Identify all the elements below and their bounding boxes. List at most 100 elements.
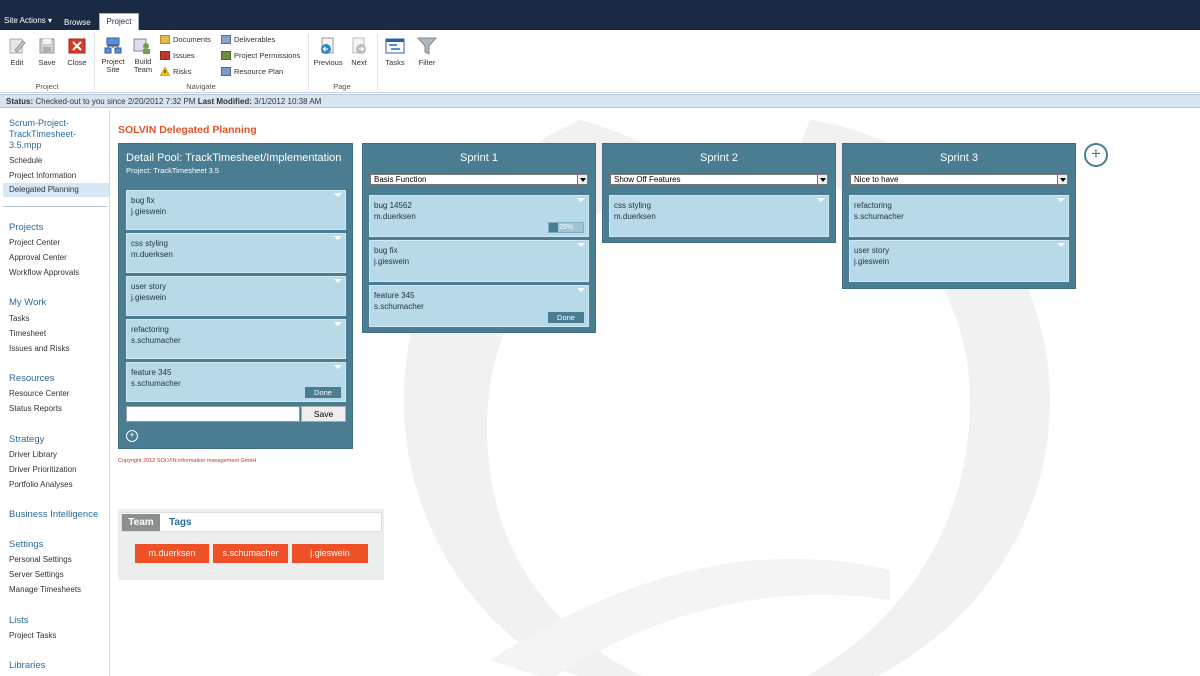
done-button[interactable]: Done: [305, 387, 341, 398]
nav-item-timesheet[interactable]: Timesheet: [9, 329, 46, 338]
task-card[interactable]: css styling m.duerksen: [609, 195, 829, 237]
nav-item-schedule[interactable]: Schedule: [9, 156, 42, 165]
task-card[interactable]: feature 345 s.schumacher Done: [126, 362, 346, 402]
sprint-goal-select[interactable]: Basis Function: [370, 174, 588, 185]
sprint-goal-value: Show Off Features: [614, 175, 681, 184]
team-member-tag[interactable]: s.schumacher: [213, 544, 288, 563]
close-icon: [68, 38, 86, 54]
nav-item-server-settings[interactable]: Server Settings: [9, 570, 64, 579]
build-team-label: Build Team: [133, 57, 153, 74]
task-card[interactable]: refactoring s.schumacher: [126, 319, 346, 359]
nav-heading-projects[interactable]: Projects: [9, 222, 43, 233]
task-card[interactable]: css styling m.duerksen: [126, 233, 346, 273]
tab-project[interactable]: Project: [99, 13, 139, 30]
dropdown-arrow-icon[interactable]: [577, 175, 587, 184]
tab-browse[interactable]: Browse: [64, 18, 91, 27]
add-sprint-button[interactable]: +: [1084, 143, 1108, 167]
nav-heading-settings[interactable]: Settings: [9, 539, 43, 550]
task-card[interactable]: user story j.gieswein: [126, 276, 346, 316]
nav-item-status-reports[interactable]: Status Reports: [9, 404, 62, 413]
issues-label: Issues: [173, 51, 195, 60]
nav-item-resource-center[interactable]: Resource Center: [9, 389, 69, 398]
ribbon: Edit Save Close Project Project Site Bui…: [0, 30, 1200, 93]
task-progress-label: 25%: [558, 224, 573, 231]
nav-item-project-tasks[interactable]: Project Tasks: [9, 631, 56, 640]
next-button[interactable]: Next: [346, 36, 372, 67]
nav-item-approval-center[interactable]: Approval Center: [9, 253, 67, 262]
card-menu-caret-icon[interactable]: [1057, 243, 1065, 247]
nav-heading-business-intelligence[interactable]: Business Intelligence: [9, 509, 98, 520]
add-task-icon[interactable]: +: [126, 430, 138, 442]
card-menu-caret-icon[interactable]: [577, 198, 585, 202]
save-ribbon-button[interactable]: Save: [35, 36, 59, 67]
close-button[interactable]: Close: [65, 36, 89, 67]
nav-heading-my-work[interactable]: My Work: [9, 297, 46, 308]
card-menu-caret-icon[interactable]: [334, 322, 342, 326]
team-member-tag[interactable]: j.gieswein: [292, 544, 368, 563]
nav-item-issues-and-risks[interactable]: Issues and Risks: [9, 344, 69, 353]
nav-heading-libraries[interactable]: Libraries: [9, 660, 45, 671]
nav-item-portfolio-analyses[interactable]: Portfolio Analyses: [9, 480, 73, 489]
task-card[interactable]: user story j.gieswein: [849, 240, 1069, 282]
task-card[interactable]: refactoring s.schumacher: [849, 195, 1069, 237]
documents-link[interactable]: Documents: [160, 35, 211, 44]
deliverables-link[interactable]: Deliverables: [221, 35, 275, 44]
team-member-tag[interactable]: m.duerksen: [135, 544, 209, 563]
nav-item-tasks[interactable]: Tasks: [9, 314, 29, 323]
project-site-label: Project Site: [101, 57, 125, 74]
dropdown-arrow-icon[interactable]: [1057, 175, 1067, 184]
issues-link[interactable]: Issues: [160, 51, 195, 60]
resource-plan-link[interactable]: Resource Plan: [221, 67, 283, 76]
task-card[interactable]: bug fix j.gieswein: [126, 190, 346, 230]
task-card[interactable]: bug 14562 m.duerksen 25%: [369, 195, 589, 237]
previous-button[interactable]: Previous: [312, 36, 344, 67]
card-menu-caret-icon[interactable]: [817, 198, 825, 202]
nav-item-delegated-planning[interactable]: Delegated Planning: [3, 183, 109, 197]
sprint-goal-select[interactable]: Show Off Features: [610, 174, 828, 185]
site-actions-menu[interactable]: Site Actions ▾: [4, 16, 52, 25]
edit-button[interactable]: Edit: [5, 36, 29, 67]
detail-pool-subtitle: Project: TrackTimesheet 3.5: [126, 166, 220, 175]
tab-tags[interactable]: Tags: [169, 514, 192, 531]
task-assignee: j.gieswein: [131, 293, 167, 302]
next-label: Next: [351, 58, 367, 67]
nav-item-manage-timesheets[interactable]: Manage Timesheets: [9, 585, 81, 594]
nav-item-personal-settings[interactable]: Personal Settings: [9, 555, 72, 564]
build-team-button[interactable]: Build Team: [130, 36, 156, 74]
risks-link[interactable]: Risks: [160, 67, 191, 76]
task-title: feature 345: [131, 368, 172, 377]
task-card[interactable]: bug fix j.gieswein: [369, 240, 589, 282]
task-card[interactable]: feature 345 s.schumacher Done: [369, 285, 589, 327]
project-permissions-link[interactable]: Project Permissions: [221, 51, 300, 60]
nav-heading-resources[interactable]: Resources: [9, 373, 54, 384]
nav-item-driver-prioritization[interactable]: Driver Prioritization: [9, 465, 77, 474]
card-menu-caret-icon[interactable]: [334, 193, 342, 197]
task-progress-bar: 25%: [548, 222, 584, 233]
card-menu-caret-icon[interactable]: [577, 288, 585, 292]
sprint-goal-select[interactable]: Nice to have: [850, 174, 1068, 185]
task-title: css styling: [614, 201, 651, 210]
card-menu-caret-icon[interactable]: [334, 236, 342, 240]
nav-item-driver-library[interactable]: Driver Library: [9, 450, 57, 459]
card-menu-caret-icon[interactable]: [334, 365, 342, 369]
card-menu-caret-icon[interactable]: [577, 243, 585, 247]
document-title-link[interactable]: Scrum-Project-TrackTimesheet-3.5.mpp: [9, 118, 99, 151]
filter-button[interactable]: Filter: [414, 36, 440, 67]
new-task-input[interactable]: [126, 406, 300, 422]
save-task-button[interactable]: Save: [301, 406, 346, 422]
done-button[interactable]: Done: [548, 312, 584, 323]
tab-team[interactable]: Team: [122, 514, 160, 531]
card-menu-caret-icon[interactable]: [1057, 198, 1065, 202]
nav-item-project-information[interactable]: Project Information: [9, 171, 76, 180]
tasks-button[interactable]: Tasks: [382, 36, 408, 67]
nav-heading-lists[interactable]: Lists: [9, 615, 29, 626]
page-title: SOLVIN Delegated Planning: [118, 124, 257, 136]
sprint-goal-value: Basis Function: [374, 175, 427, 184]
nav-heading-strategy[interactable]: Strategy: [9, 434, 44, 445]
project-permissions-label: Project Permissions: [234, 51, 301, 60]
nav-item-project-center[interactable]: Project Center: [9, 238, 60, 247]
nav-item-workflow-approvals[interactable]: Workflow Approvals: [9, 268, 79, 277]
card-menu-caret-icon[interactable]: [334, 279, 342, 283]
project-site-button[interactable]: Project Site: [98, 36, 128, 74]
dropdown-arrow-icon[interactable]: [817, 175, 827, 184]
